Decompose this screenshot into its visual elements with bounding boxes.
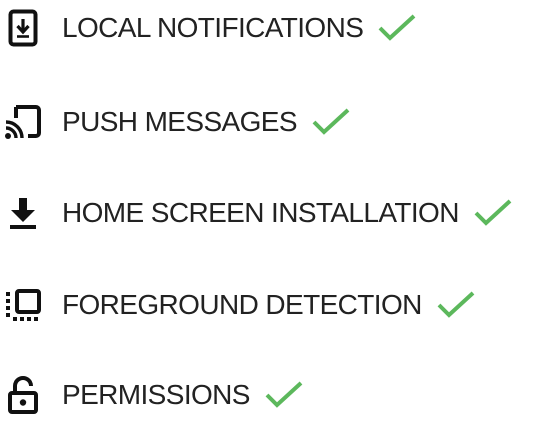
feature-item-home-screen-installation: HOME SCREEN INSTALLATION — [0, 191, 513, 235]
feature-item-local-notifications: LOCAL NOTIFICATIONS — [0, 6, 417, 50]
unlock-icon — [4, 376, 42, 414]
feature-item-permissions: PERMISSIONS — [0, 373, 304, 417]
feature-label: LOCAL NOTIFICATIONS — [62, 12, 364, 43]
phone-download-icon — [4, 9, 42, 47]
feature-item-push-messages: PUSH MESSAGES — [0, 100, 351, 144]
feature-label: PERMISSIONS — [62, 379, 250, 410]
check-icon — [436, 290, 476, 320]
check-icon — [264, 380, 304, 410]
feature-list: LOCAL NOTIFICATIONS PUSH MESSAGES HOME S… — [0, 0, 536, 421]
check-icon — [311, 107, 351, 137]
check-icon — [473, 198, 513, 228]
foreground-window-icon — [4, 286, 42, 324]
feature-label: PUSH MESSAGES — [62, 106, 298, 137]
feature-label: FOREGROUND DETECTION — [62, 289, 422, 320]
feature-label: HOME SCREEN INSTALLATION — [62, 197, 459, 228]
feature-item-foreground-detection: FOREGROUND DETECTION — [0, 283, 476, 327]
download-icon — [4, 194, 42, 232]
cast-icon — [4, 103, 42, 141]
check-icon — [377, 13, 417, 43]
